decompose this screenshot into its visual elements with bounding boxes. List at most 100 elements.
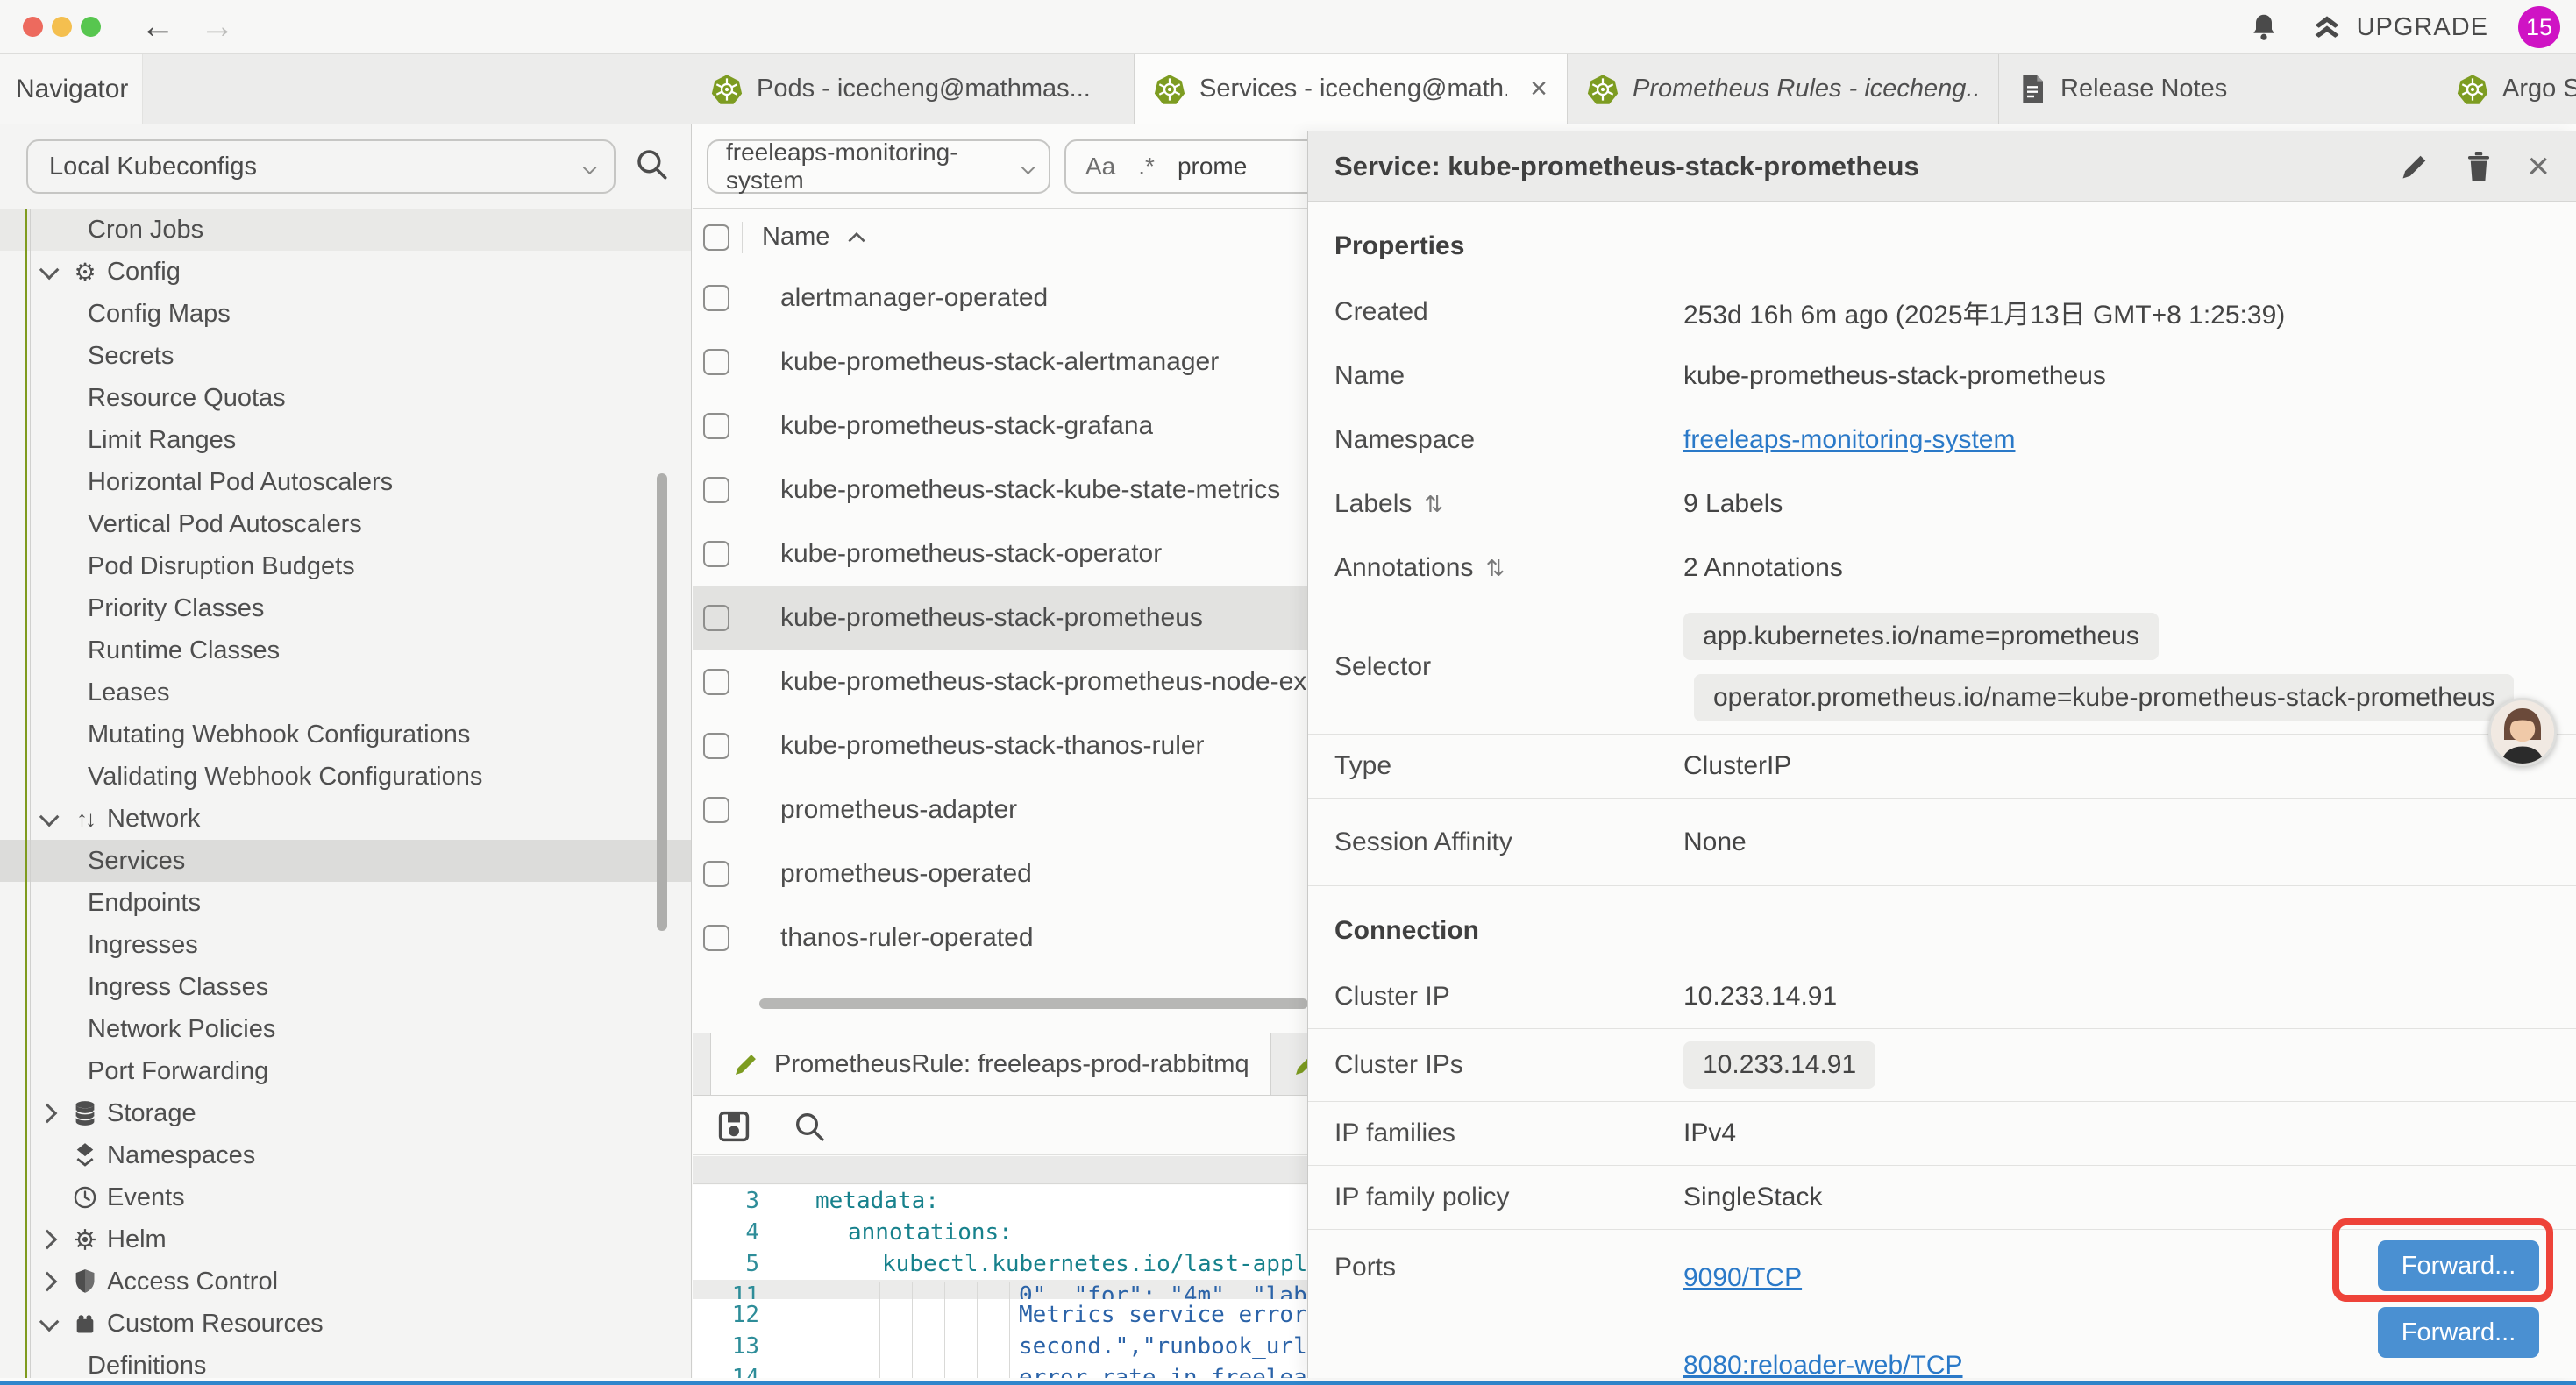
sidebar-item-custom-resources[interactable]: Custom Resources [0, 1303, 691, 1345]
sidebar-item-ingress-classes[interactable]: Ingress Classes [0, 966, 691, 1008]
sidebar-item-runtime-classes[interactable]: Runtime Classes [0, 629, 691, 671]
row-checkbox[interactable] [703, 349, 729, 375]
name-column-header[interactable]: Name [762, 223, 829, 252]
table-row[interactable]: kube-prometheus-stack-alertmanager [693, 330, 1308, 394]
chevron-down-icon[interactable] [40, 812, 63, 826]
sidebar-item-access-control[interactable]: Access Control [0, 1261, 691, 1303]
sidebar-item-secrets[interactable]: Secrets [0, 335, 691, 377]
sort-ascending-icon[interactable] [845, 229, 868, 246]
collapsed-panel-strip[interactable] [693, 1156, 1308, 1184]
sidebar-item-resource-quotas[interactable]: Resource Quotas [0, 377, 691, 419]
sidebar-item-events[interactable]: Events [0, 1176, 691, 1218]
close-window-button[interactable] [23, 17, 43, 37]
editor-search-icon[interactable] [792, 1109, 827, 1144]
match-case-toggle[interactable]: Aa [1085, 153, 1115, 181]
tab-pods-icecheng-mathmas[interactable]: Pods - icecheng@mathmas... [692, 54, 1135, 124]
port-link[interactable]: 8080:reloader-web/TCP [1683, 1351, 1963, 1378]
forward-button[interactable]: Forward... [2378, 1307, 2539, 1358]
table-row[interactable]: prometheus-operated [693, 842, 1308, 906]
select-all-checkbox[interactable] [703, 224, 729, 251]
sidebar-item-mutating-webhook-configurations[interactable]: Mutating Webhook Configurations [0, 714, 691, 756]
tab-services-icecheng-math[interactable]: Services - icecheng@math...× [1135, 54, 1568, 124]
port-link[interactable]: 9090/TCP [1683, 1263, 1802, 1293]
sidebar-item-definitions[interactable]: Definitions [0, 1345, 691, 1378]
sort-arrows-icon[interactable]: ⇅ [1424, 491, 1443, 518]
sidebar-item-vertical-pod-autoscalers[interactable]: Vertical Pod Autoscalers [0, 503, 691, 545]
sidebar-search-icon[interactable] [633, 146, 670, 182]
table-row[interactable]: thanos-ruler-operated [693, 906, 1308, 970]
save-icon[interactable] [715, 1108, 752, 1145]
table-row[interactable]: kube-prometheus-stack-operator [693, 522, 1308, 586]
forward-button[interactable]: → [200, 7, 235, 46]
chevron-down-icon[interactable] [40, 265, 63, 279]
sidebar-scrollbar[interactable] [657, 473, 667, 931]
table-row[interactable]: alertmanager-operated [693, 266, 1308, 330]
row-checkbox[interactable] [703, 861, 729, 887]
back-button[interactable]: ← [140, 7, 175, 46]
namespace-select[interactable]: freeleaps-monitoring-system [707, 139, 1050, 194]
regex-toggle[interactable]: .* [1138, 153, 1155, 181]
sidebar-item-ingresses[interactable]: Ingresses [0, 924, 691, 966]
sidebar-item-label: Ingress Classes [88, 973, 268, 1002]
upgrade-button[interactable]: UPGRADE [2309, 11, 2488, 44]
sidebar-item-config[interactable]: ⚙Config [0, 251, 691, 293]
sidebar-item-helm[interactable]: Helm [0, 1218, 691, 1261]
tab-release-notes[interactable]: Release Notes [1999, 54, 2437, 124]
chevron-right-icon[interactable] [40, 1106, 63, 1120]
forward-button[interactable]: Forward... [2378, 1240, 2539, 1291]
navigator-panel-title[interactable]: Navigator [0, 54, 143, 124]
row-checkbox[interactable] [703, 541, 729, 567]
sidebar-item-port-forwarding[interactable]: Port Forwarding [0, 1050, 691, 1092]
chevron-right-icon[interactable] [40, 1232, 63, 1246]
bell-icon[interactable] [2248, 11, 2280, 44]
row-checkbox[interactable] [703, 797, 729, 823]
table-horizontal-scrollbar[interactable] [693, 998, 1308, 1010]
sidebar-item-storage[interactable]: Storage [0, 1092, 691, 1134]
row-checkbox[interactable] [703, 477, 729, 503]
sidebar-item-validating-webhook-configurations[interactable]: Validating Webhook Configurations [0, 756, 691, 798]
sidebar-item-endpoints[interactable]: Endpoints [0, 882, 691, 924]
row-checkbox[interactable] [703, 733, 729, 759]
user-avatar[interactable] [2488, 698, 2557, 766]
editor-tab[interactable] [1271, 1033, 1308, 1095]
tab-argo-se[interactable]: Argo Se [2437, 54, 2576, 124]
editor-tab[interactable]: PrometheusRule: freeleaps-prod-rabbitmq [710, 1033, 1271, 1095]
sidebar-item-horizontal-pod-autoscalers[interactable]: Horizontal Pod Autoscalers [0, 461, 691, 503]
close-panel-icon[interactable]: × [2527, 149, 2550, 184]
row-checkbox[interactable] [703, 925, 729, 951]
sidebar-item-services[interactable]: Services [0, 840, 691, 882]
sidebar-item-limit-ranges[interactable]: Limit Ranges [0, 419, 691, 461]
table-row[interactable]: kube-prometheus-stack-kube-state-metrics [693, 458, 1308, 522]
sidebar-item-config-maps[interactable]: Config Maps [0, 293, 691, 335]
table-row[interactable]: kube-prometheus-stack-grafana [693, 394, 1308, 458]
sidebar-item-priority-classes[interactable]: Priority Classes [0, 587, 691, 629]
notification-badge[interactable]: 15 [2518, 6, 2560, 48]
sidebar-item-cron-jobs[interactable]: Cron Jobs [0, 209, 691, 251]
sidebar-item-pod-disruption-budgets[interactable]: Pod Disruption Budgets [0, 545, 691, 587]
edit-pencil-icon[interactable] [2399, 151, 2430, 182]
table-search-input[interactable]: Aa .* prome [1064, 139, 1308, 194]
close-tab-icon[interactable]: × [1530, 72, 1548, 106]
row-checkbox[interactable] [703, 413, 729, 439]
delete-trash-icon[interactable] [2464, 150, 2494, 183]
table-row[interactable]: prometheus-adapter [693, 778, 1308, 842]
sidebar-item-network[interactable]: ↑↓Network [0, 798, 691, 840]
minimize-window-button[interactable] [52, 17, 72, 37]
zoom-window-button[interactable] [81, 17, 101, 37]
table-row[interactable]: kube-prometheus-stack-thanos-ruler [693, 714, 1308, 778]
table-row[interactable]: kube-prometheus-stack-prometheus-node-ex… [693, 650, 1308, 714]
kubeconfig-select[interactable]: Local Kubeconfigs [26, 139, 616, 194]
table-row[interactable]: kube-prometheus-stack-prometheus [693, 586, 1308, 650]
sidebar-item-network-policies[interactable]: Network Policies [0, 1008, 691, 1050]
tab-prometheus-rules-icecheng[interactable]: Prometheus Rules - icecheng... [1568, 54, 1999, 124]
namespace-link[interactable]: freeleaps-monitoring-system [1683, 425, 2015, 454]
sidebar-item-leases[interactable]: Leases [0, 671, 691, 714]
chevron-right-icon[interactable] [40, 1275, 63, 1289]
sidebar-item-namespaces[interactable]: Namespaces [0, 1134, 691, 1176]
sort-arrows-icon[interactable]: ⇅ [1485, 555, 1505, 582]
yaml-editor[interactable]: 3metadata:4annotations:5kubectl.kubernet… [693, 1185, 1308, 1378]
chevron-down-icon[interactable] [40, 1317, 63, 1331]
row-checkbox[interactable] [703, 285, 729, 311]
row-checkbox[interactable] [703, 669, 729, 695]
row-checkbox[interactable] [703, 605, 729, 631]
